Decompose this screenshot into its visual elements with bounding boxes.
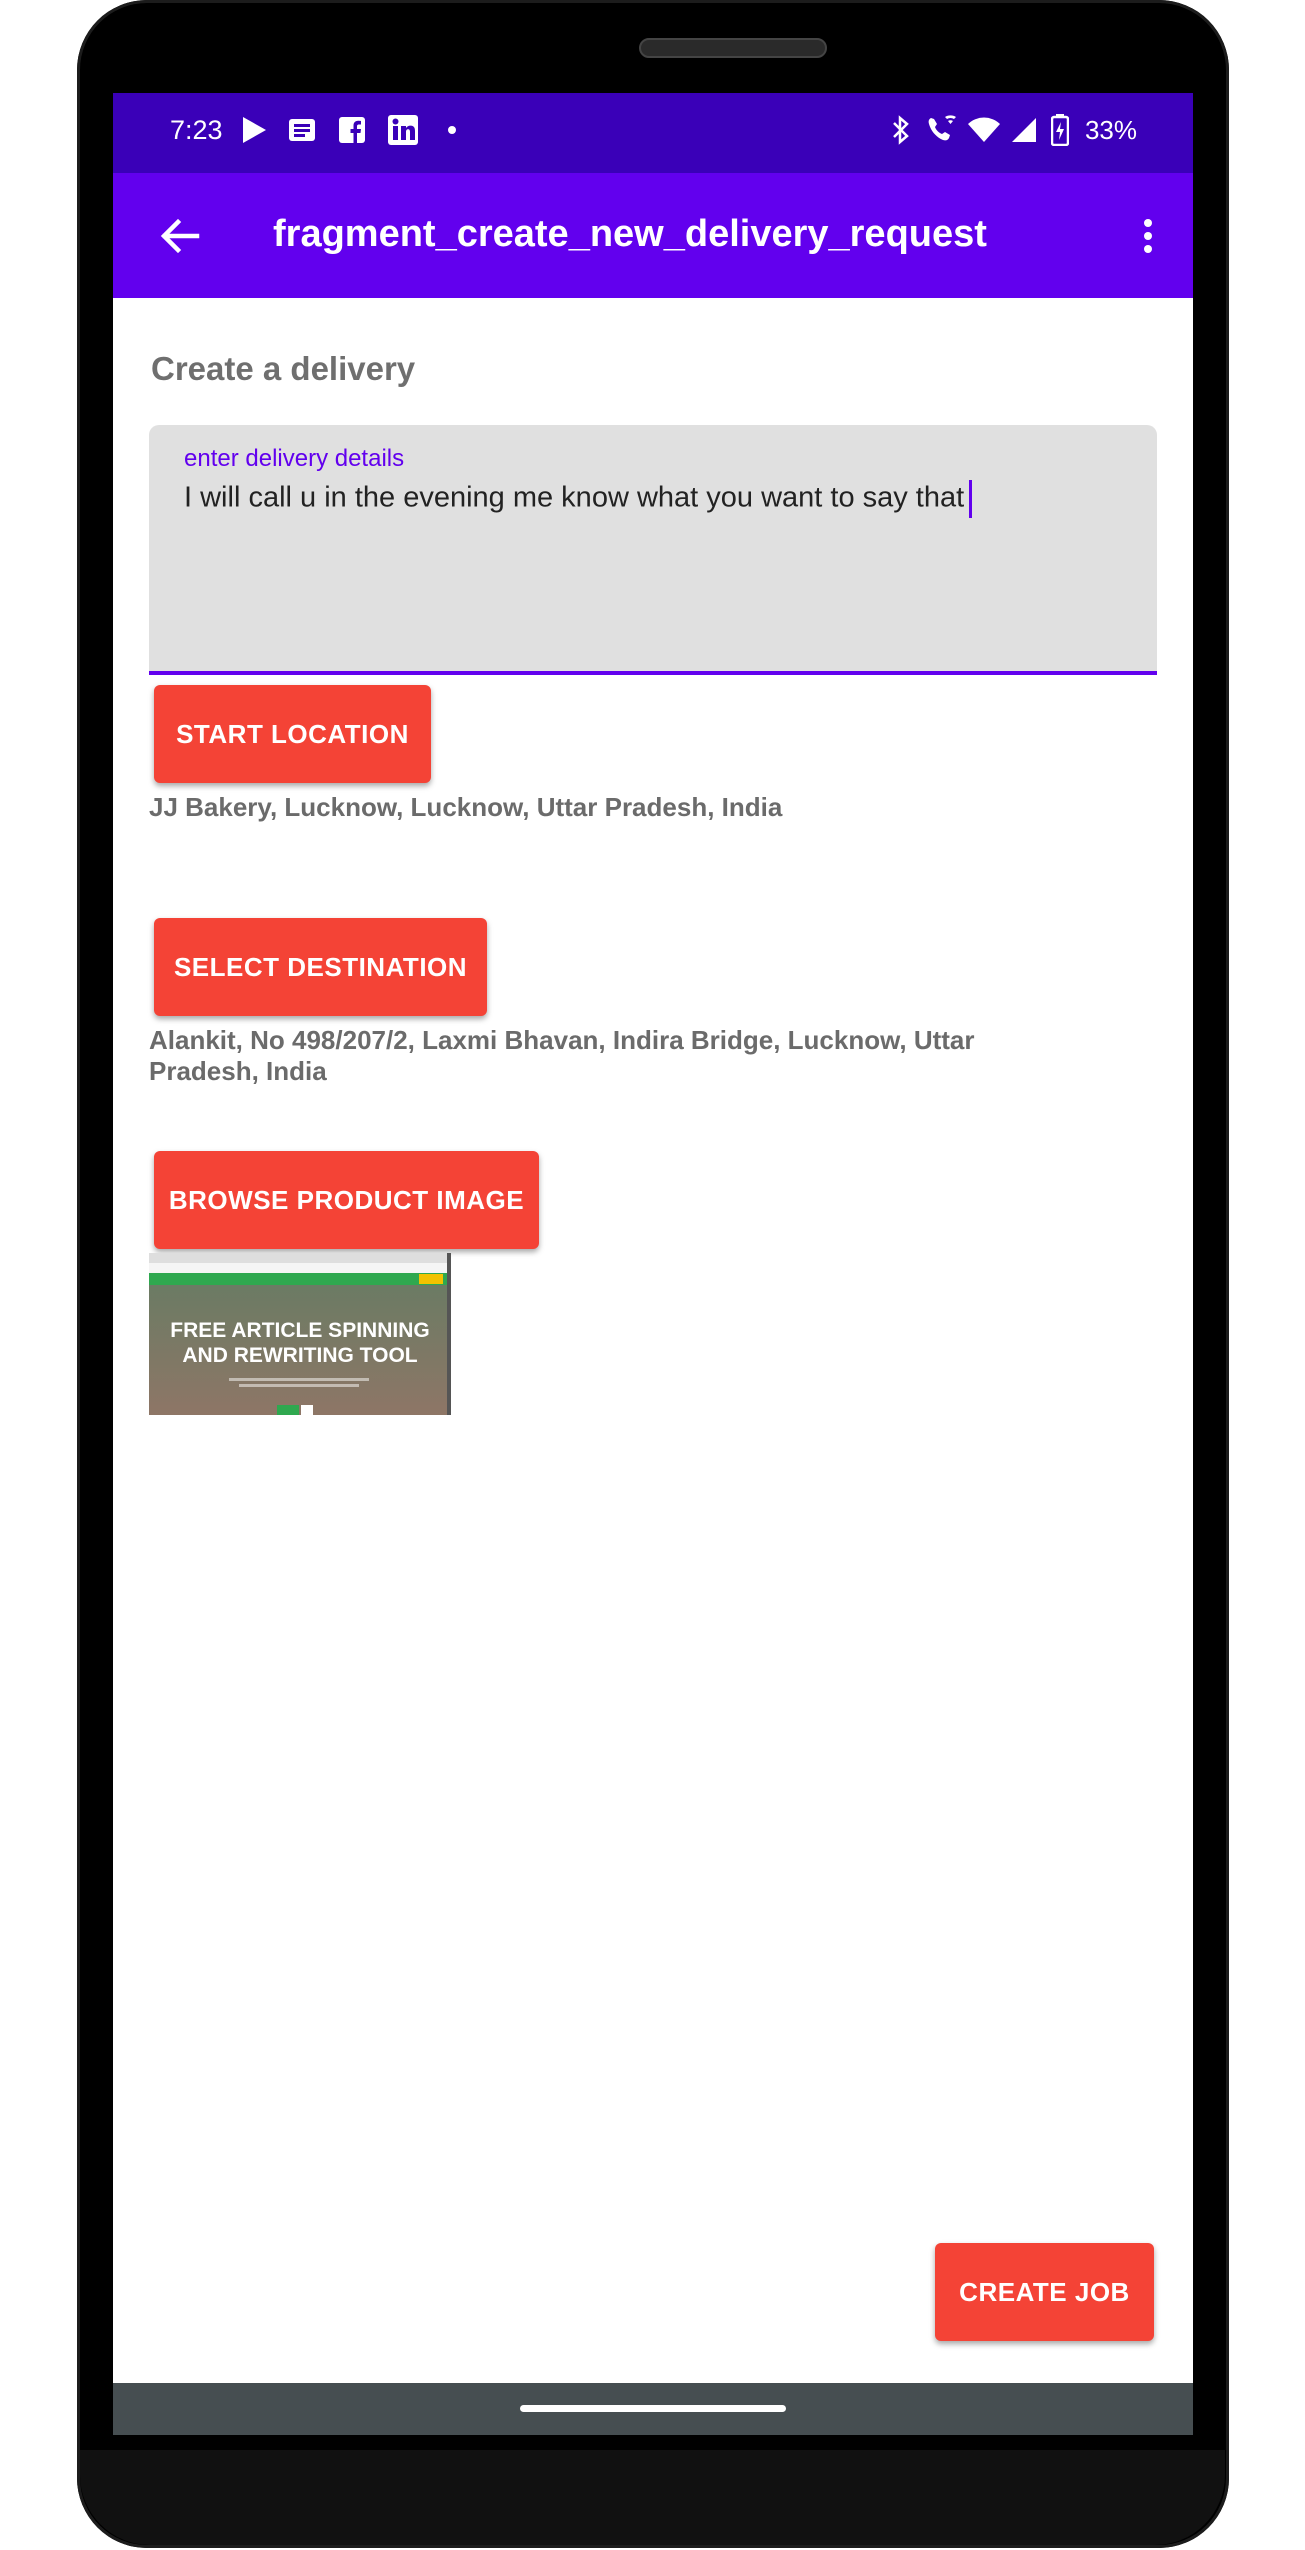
news-icon [288,113,316,147]
delivery-details-input[interactable]: enter delivery details I will call u in … [149,425,1157,675]
preview-subtext-line [229,1378,369,1381]
product-image-preview: FREE ARTICLE SPINNING AND REWRITING TOOL [149,1253,451,1415]
play-store-icon [240,113,268,147]
facebook-icon [339,113,365,147]
preview-browser-tabs [149,1253,451,1263]
wifi-icon [967,113,1001,147]
signal-icon [1010,113,1038,147]
phone-speaker [639,38,827,58]
preview-url-bar [149,1263,451,1273]
text-cursor [969,480,973,518]
overflow-menu-icon[interactable] [1131,209,1165,263]
destination-address: Alankit, No 498/207/2, Laxmi Bhavan, Ind… [149,1025,975,1086]
wifi-calling-icon [925,113,959,147]
preview-nav-button [419,1274,443,1284]
linkedin-icon [388,113,418,147]
preview-subtext-line [239,1384,359,1387]
preview-scroll-edge [447,1253,451,1415]
battery-icon [1051,113,1069,147]
more-notifications-dot-icon [447,113,457,147]
form-heading: Create a delivery [151,350,416,387]
preview-cta-button [277,1405,299,1415]
select-destination-button[interactable]: SELECT DESTINATION [154,918,487,1016]
create-job-button[interactable]: CREATE JOB [935,2243,1154,2341]
delivery-details-label: enter delivery details [184,445,405,472]
delivery-details-text: I will call u in the evening me know wha… [184,481,965,514]
start-location-button[interactable]: START LOCATION [154,685,431,783]
phone-chin [80,2450,1225,2545]
preview-headline: FREE ARTICLE SPINNING AND REWRITING TOOL [170,1319,430,1367]
status-bar: 7:23 33% [113,93,1193,173]
preview-site-nav [149,1273,451,1285]
battery-percent: 33% [1084,115,1137,145]
app-bar: fragment_create_new_delivery_request [113,173,1193,298]
status-time: 7:23 [170,115,223,145]
browse-product-image-button[interactable]: BROWSE PRODUCT IMAGE [154,1151,539,1249]
bluetooth-icon [891,113,911,147]
delivery-details-value[interactable]: I will call u in the evening me know wha… [184,480,973,518]
device-screen: 7:23 33% fragment_create_new_delivery_re… [113,93,1193,2435]
preview-cta-button-secondary [301,1405,313,1415]
home-gesture-handle[interactable] [520,2405,786,2412]
start-address: JJ Bakery, Lucknow, Lucknow, Uttar Prade… [149,792,783,822]
back-arrow-icon[interactable] [153,209,207,263]
page-title: fragment_create_new_delivery_request [273,213,987,255]
system-navigation-bar [113,2383,1193,2435]
